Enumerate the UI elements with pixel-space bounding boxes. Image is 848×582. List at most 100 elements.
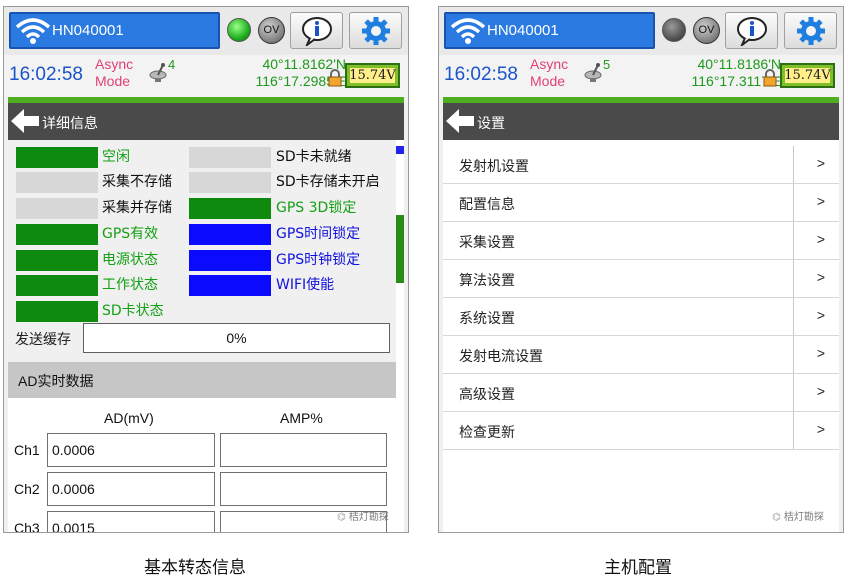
- ad-section-header: AD实时数据: [8, 362, 396, 398]
- chevron-right-icon: >: [816, 269, 825, 285]
- info-button[interactable]: [290, 12, 343, 49]
- menu-item-system[interactable]: 系统设置 >: [443, 298, 839, 336]
- mode-label: Async Mode: [95, 56, 134, 89]
- header-bar: HN040001 OV: [439, 7, 843, 55]
- ov-indicator: OV: [693, 17, 720, 44]
- page-title: 详细信息: [42, 116, 98, 132]
- menu-item-label: 配置信息: [459, 197, 515, 213]
- scrollbar[interactable]: [396, 140, 404, 532]
- device-selector[interactable]: HN040001: [444, 12, 655, 49]
- chevron-right-icon: >: [816, 421, 825, 437]
- info-button[interactable]: [725, 12, 778, 49]
- settings-button[interactable]: [784, 12, 837, 49]
- status-label: GPS时钟锁定: [276, 252, 361, 268]
- amp-value-field: [220, 433, 387, 467]
- menu-item-transmitter[interactable]: 发射机设置 >: [443, 146, 839, 184]
- left-caption: 基本转态信息: [144, 558, 246, 578]
- status-label: SD卡存储未开启: [276, 174, 380, 190]
- status-swatch: [16, 224, 98, 245]
- device-name: HN040001: [487, 22, 559, 39]
- status-bar: 16:02:58 Async Mode 5 40°11.8186'N 116°1…: [439, 55, 843, 97]
- status-swatch: [189, 224, 271, 245]
- menu-item-label: 系统设置: [459, 311, 515, 327]
- wifi-icon: [450, 18, 486, 44]
- chevron-right-icon: >: [816, 383, 825, 399]
- status-swatch: [189, 172, 271, 193]
- mode-label: Async Mode: [530, 56, 569, 89]
- status-label: 空闲: [102, 149, 130, 165]
- device-name: HN040001: [52, 22, 124, 39]
- settings-button[interactable]: [349, 12, 402, 49]
- status-label: SD卡状态: [102, 303, 164, 319]
- status-swatch: [16, 301, 98, 322]
- status-led: [227, 18, 251, 42]
- clock-time: 16:02:58: [444, 64, 518, 85]
- chevron-right-icon: >: [816, 231, 825, 247]
- chevron-right-icon: >: [816, 345, 825, 361]
- satellite-count: 4: [168, 57, 176, 72]
- status-swatch: [16, 172, 98, 193]
- amp-value-field: [220, 472, 387, 506]
- status-label: 工作状态: [102, 277, 158, 293]
- ad-value-field: 0.0006: [47, 472, 215, 506]
- menu-item-algorithm[interactable]: 算法设置 >: [443, 260, 839, 298]
- detail-content: 空闲 SD卡未就绪 采集不存储 SD卡存储未开启 采集并存储 GPS 3D锁定 …: [8, 140, 396, 532]
- channel-label: Ch1: [14, 442, 40, 458]
- back-arrow-icon[interactable]: [10, 108, 40, 134]
- buffer-label: 发送缓存: [15, 332, 71, 348]
- menu-item-advanced[interactable]: 高级设置 >: [443, 374, 839, 412]
- page-title-bar: 详细信息: [8, 103, 404, 140]
- menu-item-label: 检查更新: [459, 425, 515, 441]
- info-icon: [736, 16, 767, 46]
- menu-item-label: 发射机设置: [459, 159, 529, 175]
- page-title: 设置: [477, 116, 505, 132]
- menu-item-config-info[interactable]: 配置信息 >: [443, 184, 839, 222]
- chevron-right-icon: >: [816, 193, 825, 209]
- menu-item-acquisition[interactable]: 采集设置 >: [443, 222, 839, 260]
- status-swatch: [16, 275, 98, 296]
- watermark: 桔灯勘探: [337, 508, 389, 523]
- status-panel: HN040001 OV 16:02:58 Async Mode 4 40°11.…: [3, 6, 409, 533]
- clock-time: 16:02:58: [9, 64, 83, 85]
- status-label: GPS有效: [102, 226, 159, 242]
- status-swatch: [189, 250, 271, 271]
- status-swatch: [16, 147, 98, 168]
- lock-icon: [763, 69, 777, 87]
- satellite-icon: [149, 63, 167, 82]
- status-label: SD卡未就绪: [276, 149, 352, 165]
- channel-label: Ch2: [14, 481, 40, 497]
- settings-menu: 发射机设置 > 配置信息 > 采集设置 > 算法设置 > 系统设置 > 发射电流…: [443, 140, 839, 532]
- status-label: 电源状态: [102, 252, 158, 268]
- menu-item-label: 采集设置: [459, 235, 515, 251]
- status-swatch: [16, 250, 98, 271]
- menu-item-check-update[interactable]: 检查更新 >: [443, 412, 839, 450]
- menu-item-label: 高级设置: [459, 387, 515, 403]
- back-arrow-icon[interactable]: [445, 108, 475, 134]
- battery-indicator: 15.74V: [780, 63, 835, 88]
- ad-value-field: 0.0015: [47, 511, 215, 532]
- header-bar: HN040001 OV: [4, 7, 408, 55]
- chevron-right-icon: >: [816, 155, 825, 171]
- ad-section-title: AD实时数据: [18, 373, 94, 389]
- scroll-up-marker[interactable]: [396, 146, 404, 154]
- ov-indicator: OV: [258, 17, 285, 44]
- scroll-thumb[interactable]: [396, 215, 404, 283]
- status-led: [662, 18, 686, 42]
- status-swatch: [189, 275, 271, 296]
- device-selector[interactable]: HN040001: [9, 12, 220, 49]
- menu-item-label: 算法设置: [459, 273, 515, 289]
- status-swatch: [16, 198, 98, 219]
- settings-panel: HN040001 OV 16:02:58 Async Mode 5 40°11.…: [438, 6, 844, 533]
- menu-item-label: 发射电流设置: [459, 349, 543, 365]
- satellite-icon: [584, 63, 602, 82]
- right-caption: 主机配置: [604, 558, 672, 578]
- page-title-bar: 设置: [443, 103, 839, 140]
- menu-item-tx-current[interactable]: 发射电流设置 >: [443, 336, 839, 374]
- lock-icon: [328, 69, 342, 87]
- status-label: 采集不存储: [102, 174, 172, 190]
- watermark: 桔灯勘探: [772, 508, 824, 523]
- gear-icon: [796, 16, 825, 45]
- status-swatch: [189, 198, 271, 219]
- battery-indicator: 15.74V: [345, 63, 400, 88]
- buffer-progress: 0%: [83, 323, 390, 353]
